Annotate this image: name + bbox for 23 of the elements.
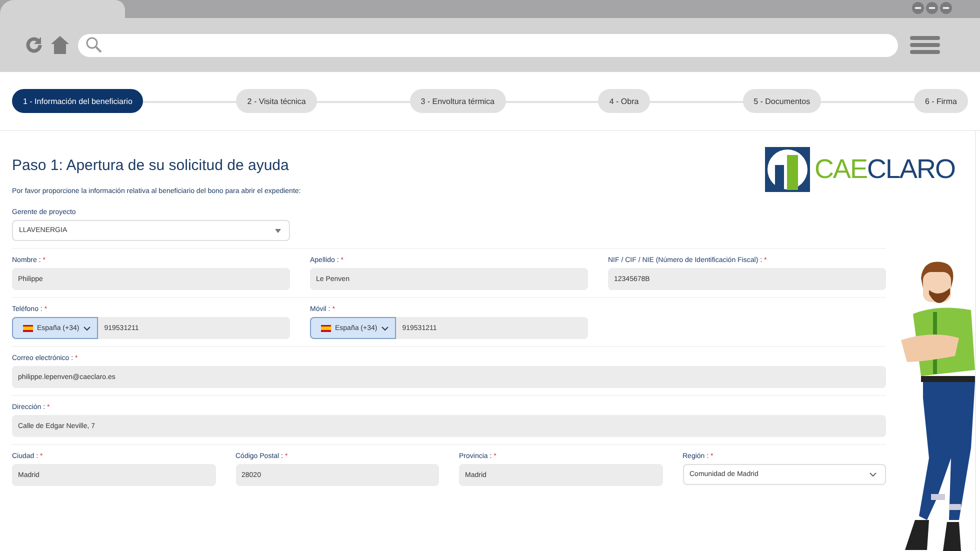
window-control-icon[interactable]	[912, 2, 924, 14]
chevron-icon	[83, 326, 92, 330]
logo-text: CAECLARO	[814, 154, 955, 185]
chevron-icon	[869, 472, 877, 477]
refresh-icon[interactable]	[24, 35, 44, 55]
step-tab[interactable]: 6 - Firma	[914, 89, 968, 113]
step-tab[interactable]: 4 - Obra	[598, 89, 650, 113]
window-control-icon[interactable]	[940, 2, 952, 14]
chevron-icon	[381, 326, 390, 330]
logo-icon	[765, 147, 810, 192]
search-icon	[84, 35, 104, 55]
flag-icon	[321, 324, 331, 332]
step-tab[interactable]: 1 - Información del beneficiario	[12, 89, 144, 113]
home-icon[interactable]	[50, 35, 70, 55]
flag-icon	[23, 324, 33, 332]
step-tab[interactable]: 2 - Visita técnica	[236, 89, 317, 113]
step-tab[interactable]: 3 - Envoltura térmica	[410, 89, 506, 113]
caret-icon	[275, 228, 281, 232]
browser-tab[interactable]	[0, 0, 125, 18]
page-title: Paso 1: Apertura de su solicitud de ayuda	[12, 157, 290, 174]
step-tab[interactable]: 5 - Documentos	[742, 89, 822, 113]
window-control-icon[interactable]	[926, 2, 938, 14]
menu-icon[interactable]	[910, 35, 940, 55]
